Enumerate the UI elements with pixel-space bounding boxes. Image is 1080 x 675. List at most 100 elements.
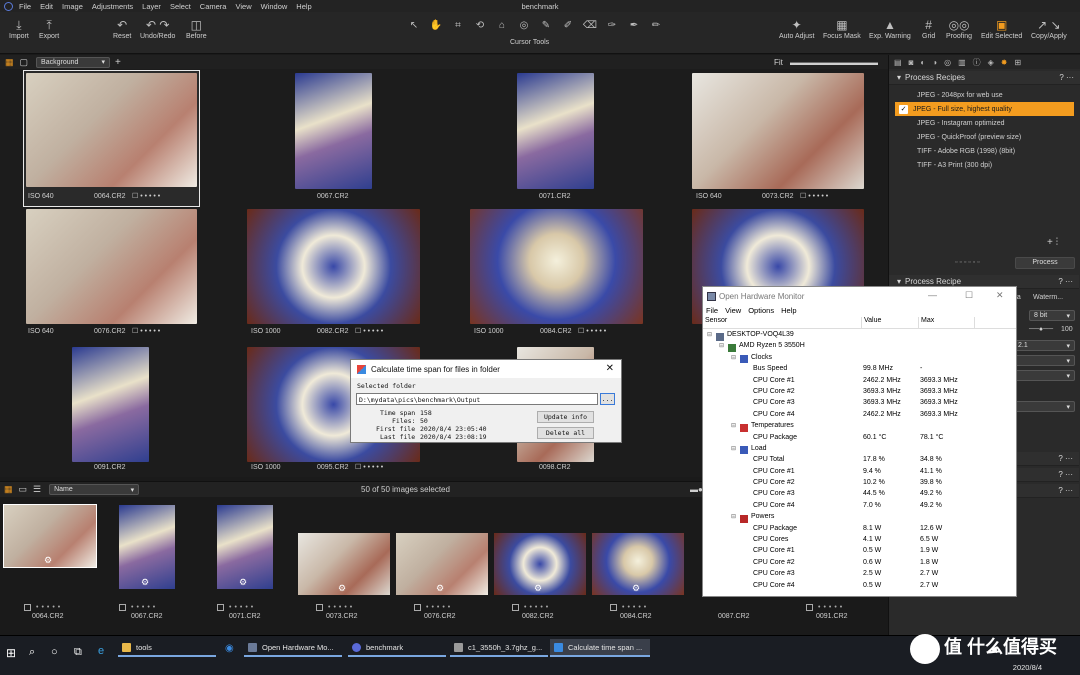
select-checkbox[interactable] [806,604,813,611]
filmstrip-view-icon[interactable]: ▭ [19,484,28,495]
app-pinned-icon[interactable]: ◉ [225,643,234,654]
task-view-icon[interactable]: ⧉ [74,646,82,659]
rating-dots[interactable]: ••••• [36,604,63,611]
grid-thumb-0082[interactable]: ISO 1000 0082.CR2 ☐ • • • • • [247,209,420,344]
collapse-toggle-icon[interactable]: ⊟ [731,354,736,361]
grid-thumb-0067[interactable]: 0067.CR2 [295,71,373,206]
output-tab-icon[interactable]: ✸ [1001,58,1008,67]
undo-redo-button[interactable]: ↶ ↷ Undo/Redo [140,18,175,40]
select-checkbox[interactable] [119,604,126,611]
select-checkbox[interactable] [414,604,421,611]
browse-button[interactable]: ... [600,393,615,405]
select-checkbox[interactable] [610,604,617,611]
rating-dots[interactable]: ••••• [524,604,551,611]
task-c1-file[interactable]: c1_3550h_3.7ghz_g... [450,639,548,657]
focus-mask-button[interactable]: ▦ Focus Mask [823,18,861,40]
thumb-size-slider[interactable]: ▬● [690,485,703,494]
collapse-toggle-icon[interactable]: ⊟ [731,422,736,429]
info-tab-icon[interactable]: ⓘ [973,57,981,68]
recipe-item[interactable]: TIFF - A3 Print (300 dpi) [895,158,1074,172]
sensor-row[interactable]: CPU Core #2 3693.3 MHz 3693.3 MHz [703,388,1016,399]
film-thumb-0082[interactable]: ⚙ ••••• 0082.CR2 [494,505,586,620]
recipe-item[interactable]: JPEG - QuickProof (preview size) [895,130,1074,144]
sensor-row[interactable]: CPU Core #1 9.4 % 41.1 % [703,468,1016,479]
sensor-header[interactable]: Sensor [703,317,862,328]
lens-tab-icon[interactable]: ◐ [920,58,925,67]
sensor-row[interactable]: CPU Total 17.8 % 34.8 % [703,456,1016,467]
search-icon[interactable]: ⌕ [29,646,35,659]
crop-icon[interactable]: ⌗ [449,20,467,31]
list-view-icon[interactable]: ☰ [33,484,41,495]
quality-slider[interactable]: ──●── [1029,326,1053,333]
process-recipes-header[interactable]: ▾ Process Recipes ? ··· [889,71,1080,85]
picker-icon[interactable]: ✎ [537,20,555,31]
sensor-row[interactable]: CPU Core #3 3693.3 MHz 3693.3 MHz [703,399,1016,410]
collapse-toggle-icon[interactable]: ⊟ [731,445,736,452]
rating-dots[interactable]: ••••• [426,604,453,611]
option-select-1[interactable]: ▾ [1013,355,1075,366]
film-thumb-0064[interactable]: ⚙ ••••• 0064.CR2 [3,504,97,620]
recipe-item[interactable]: JPEG - 2048px for web use [895,88,1074,102]
copy-apply-button[interactable]: ↗ ↘ Copy/Apply [1031,18,1067,40]
eraser-icon[interactable]: ⌫ [581,20,599,31]
camera-tab-icon[interactable]: ◙ [909,58,914,67]
ohm-menu-view[interactable]: View [725,306,741,317]
pen-icon[interactable]: ✏ [647,20,665,31]
help-icon[interactable]: ? ··· [1058,486,1073,495]
sensor-row[interactable]: Bus Speed 99.8 MHz - [703,365,1016,376]
import-button[interactable]: ⤓ Import [9,18,29,40]
sensor-row[interactable]: CPU Core #2 10.2 % 39.8 % [703,479,1016,490]
film-thumb-0067[interactable]: ⚙ ••••• 0067.CR2 [119,505,175,620]
select-checkbox[interactable] [316,604,323,611]
sensor-row[interactable]: CPU Package 8.1 W 12.6 W [703,525,1016,536]
zoom-slider-icon[interactable]: ▬▬▬▬▬▬▬▬▬▬▬ [790,58,878,67]
pan-cursor-icon[interactable]: ✋ [427,20,445,31]
layers-tab-icon[interactable]: ◈ [988,58,994,67]
sensor-row[interactable]: CPU Cores 4.1 W 6.5 W [703,536,1016,547]
option-select-2[interactable]: ▾ [1013,370,1075,381]
rating-dots[interactable]: ☐ • • • • • [132,327,160,335]
sensor-group-row[interactable]: ⊟ Load [703,445,1016,456]
details-tab-icon[interactable]: ▥ [958,58,966,67]
minimize-icon[interactable]: — [928,290,937,300]
grid-thumb-0076[interactable]: ISO 640 0076.CR2 ☐ • • • • • [24,209,199,344]
add-layer-icon[interactable]: + [115,57,121,68]
ohm-menu-help[interactable]: Help [781,306,796,317]
film-thumb-0071[interactable]: ⚙ ••••• 0071.CR2 [217,505,273,620]
color-tab-icon[interactable]: ◎ [944,58,951,67]
sensor-row[interactable]: CPU Core #4 2462.2 MHz 3693.3 MHz [703,411,1016,422]
rating-dots[interactable]: ••••• [229,604,256,611]
select-checkbox[interactable] [24,604,31,611]
rating-dots[interactable]: ☐ • • • • • [355,463,383,471]
close-icon[interactable]: ✕ [996,290,1004,301]
auto-adjust-button[interactable]: ✦ Auto Adjust [779,18,814,40]
task-tools[interactable]: tools [118,639,216,657]
rating-dots[interactable]: ☐ • • • • • [800,192,828,200]
recipe-item[interactable]: TIFF - Adobe RGB (1998) (8bit) [895,144,1074,158]
max-header[interactable]: Max [919,317,975,328]
brush-icon[interactable]: ✐ [559,20,577,31]
folder-input[interactable]: D:\mydata\pics\benchmark\Output [356,393,598,405]
task-open-hardware-monitor[interactable]: Open Hardware Mo... [244,639,342,657]
fit-label[interactable]: Fit [774,58,783,67]
windows-start-icon[interactable]: ⊞ [6,646,16,660]
edit-selected-button[interactable]: ▣ Edit Selected [981,18,1022,40]
close-icon[interactable]: ✕ [606,363,614,374]
grid-thumb-0064[interactable]: ISO 640 0064.CR2 ☐ • • • • • [23,70,200,207]
sensor-group-row[interactable]: ⊟ DESKTOP-VOQ4L39 [703,331,1016,342]
grid-thumb-0071[interactable]: 0071.CR2 [517,71,595,206]
exp-warning-button[interactable]: ▲ Exp. Warning [869,18,911,40]
update-info-button[interactable]: Update info [537,411,594,423]
reset-button[interactable]: ↶ Reset [113,18,131,40]
bit-depth-select[interactable]: 8 bit ▾ [1029,310,1075,321]
recipe-item-selected[interactable]: ✓ JPEG - Full size, highest quality [895,102,1074,116]
rating-dots[interactable]: ••••• [818,604,845,611]
film-thumb-0076[interactable]: ⚙ ••••• 0076.CR2 [396,505,488,620]
folder-tab-icon[interactable]: ▤ [894,58,902,67]
cortana-icon[interactable]: ○ [51,646,58,658]
collapse-toggle-icon[interactable]: ⊟ [719,342,724,349]
sort-select[interactable]: Name ▾ [49,484,140,495]
grid-button[interactable]: # Grid [922,18,935,40]
help-icon[interactable]: ? ··· [1059,73,1074,82]
rotate-icon[interactable]: ⟲ [471,20,489,31]
